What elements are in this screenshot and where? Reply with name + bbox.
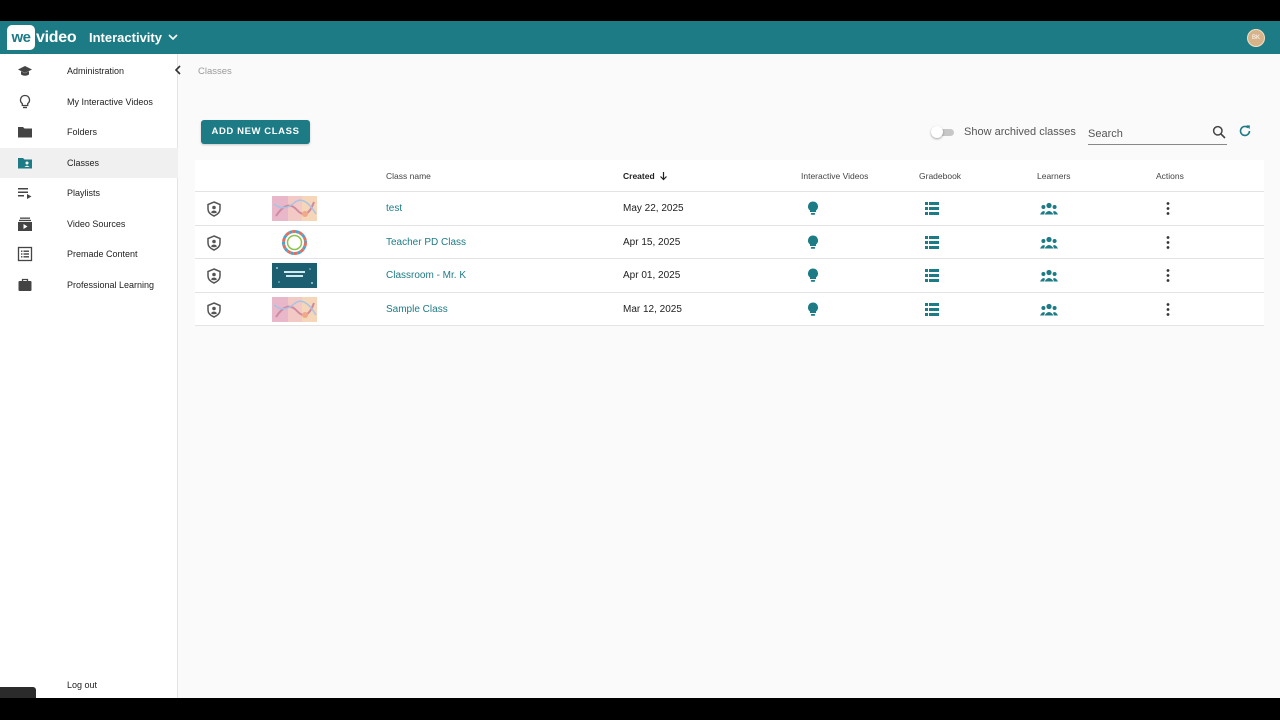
add-new-class-button[interactable]: ADD NEW CLASS bbox=[201, 120, 310, 144]
created-date: Mar 12, 2025 bbox=[623, 303, 682, 315]
sidebar-item-label: Video Sources bbox=[67, 219, 126, 229]
column-header-interactive-videos: Interactive Videos bbox=[801, 171, 869, 181]
created-date: May 22, 2025 bbox=[623, 203, 684, 214]
top-bar: we video Interactivity BK bbox=[0, 21, 1280, 54]
gradebook-list-icon[interactable] bbox=[925, 269, 939, 283]
expand-panel-button[interactable] bbox=[0, 687, 36, 698]
more-vertical-icon[interactable] bbox=[1163, 302, 1173, 317]
logout-link[interactable]: Log out bbox=[67, 680, 97, 690]
lightbulb-outline-icon bbox=[19, 94, 31, 109]
wevideo-logo[interactable]: we video bbox=[7, 25, 77, 50]
column-header-class-name[interactable]: Class name bbox=[386, 171, 431, 181]
briefcase-icon bbox=[18, 278, 32, 291]
class-thumbnail bbox=[272, 296, 317, 322]
sidebar-item-folders[interactable]: Folders bbox=[0, 117, 178, 147]
app-switcher[interactable]: Interactivity bbox=[89, 21, 178, 54]
chevron-down-icon bbox=[168, 34, 178, 41]
classes-table: Class name Created Interactive Videos Gr… bbox=[195, 160, 1264, 327]
app-window: we video Interactivity BK Administration… bbox=[0, 21, 1280, 698]
column-header-created[interactable]: Created bbox=[623, 171, 668, 181]
learners-group-icon[interactable] bbox=[1040, 303, 1058, 316]
sidebar-item-my-interactive-videos[interactable]: My Interactive Videos bbox=[0, 87, 178, 117]
sidebar-item-professional-learning[interactable]: Professional Learning bbox=[0, 270, 178, 300]
lightbulb-icon[interactable] bbox=[807, 302, 819, 317]
column-header-label: Created bbox=[623, 171, 655, 181]
gradebook-list-icon[interactable] bbox=[925, 302, 939, 316]
sidebar-item-premade-content[interactable]: Premade Content bbox=[0, 239, 178, 269]
show-archived-label[interactable]: Show archived classes bbox=[964, 126, 1076, 138]
search-icon[interactable] bbox=[1212, 125, 1226, 139]
lightbulb-icon[interactable] bbox=[807, 268, 819, 283]
refresh-icon[interactable] bbox=[1238, 124, 1252, 138]
toggle-knob bbox=[931, 126, 943, 138]
sidebar-item-label: Professional Learning bbox=[67, 280, 155, 290]
breadcrumb[interactable]: Classes bbox=[198, 66, 232, 77]
logo-wordmark: video bbox=[36, 28, 77, 46]
table-row[interactable]: Sample Class Mar 12, 2025 bbox=[195, 293, 1264, 327]
search-input[interactable] bbox=[1088, 125, 1203, 143]
created-date: Apr 15, 2025 bbox=[623, 236, 681, 248]
sidebar-item-label: Folders bbox=[67, 127, 98, 137]
sidebar-item-label: Premade Content bbox=[67, 249, 138, 259]
table-header: Class name Created Interactive Videos Gr… bbox=[195, 160, 1264, 192]
shield-icon bbox=[207, 301, 221, 318]
app-name: Interactivity bbox=[89, 30, 162, 45]
gradebook-list-icon[interactable] bbox=[925, 202, 939, 215]
class-name-link[interactable]: test bbox=[386, 203, 402, 214]
graduation-cap-icon bbox=[18, 66, 32, 76]
table-row[interactable]: Classroom - Mr. K Apr 01, 2025 bbox=[195, 259, 1264, 293]
learners-group-icon[interactable] bbox=[1040, 236, 1058, 249]
sidebar-item-classes[interactable]: Classes bbox=[0, 148, 178, 178]
column-header-actions: Actions bbox=[1156, 171, 1184, 181]
show-archived-toggle[interactable] bbox=[931, 126, 955, 138]
gradebook-list-icon[interactable] bbox=[925, 235, 939, 249]
shield-icon bbox=[207, 268, 221, 285]
sidebar-item-playlists[interactable]: Playlists bbox=[0, 178, 178, 208]
lightbulb-icon[interactable] bbox=[807, 201, 819, 216]
sidebar-item-label: Administration bbox=[67, 66, 125, 76]
table-row[interactable]: test May 22, 2025 bbox=[195, 192, 1264, 226]
class-thumbnail bbox=[272, 229, 317, 255]
logo-we-mark: we bbox=[7, 25, 35, 50]
class-thumbnail bbox=[272, 196, 317, 221]
more-vertical-icon[interactable] bbox=[1163, 268, 1173, 283]
column-header-gradebook: Gradebook bbox=[919, 171, 962, 181]
column-header-learners: Learners bbox=[1037, 171, 1071, 181]
sidebar-item-label: Classes bbox=[67, 158, 100, 168]
lightbulb-icon[interactable] bbox=[807, 235, 819, 250]
list-document-icon bbox=[17, 246, 33, 262]
created-date: Apr 01, 2025 bbox=[623, 270, 681, 282]
sidebar-item-label: My Interactive Videos bbox=[67, 97, 153, 107]
sidebar-item-label: Playlists bbox=[67, 188, 101, 198]
folder-icon bbox=[18, 127, 32, 138]
sidebar: Administration My Interactive Videos Fol… bbox=[0, 54, 181, 698]
learners-group-icon[interactable] bbox=[1040, 269, 1058, 282]
sort-arrow-down-icon bbox=[660, 172, 667, 181]
video-library-icon bbox=[18, 217, 32, 231]
search-box bbox=[1088, 121, 1227, 145]
more-vertical-icon[interactable] bbox=[1163, 201, 1173, 216]
learners-group-icon[interactable] bbox=[1040, 202, 1058, 215]
playlist-icon bbox=[18, 188, 32, 199]
main-content: Classes ADD NEW CLASS Show archived clas… bbox=[179, 54, 1280, 698]
class-thumbnail bbox=[272, 263, 317, 289]
class-name-link[interactable]: Classroom - Mr. K bbox=[386, 270, 466, 281]
class-badge-icon bbox=[18, 158, 32, 169]
sidebar-item-video-sources[interactable]: Video Sources bbox=[0, 209, 178, 239]
user-avatar[interactable]: BK bbox=[1247, 29, 1265, 47]
class-name-link[interactable]: Sample Class bbox=[386, 304, 448, 315]
sidebar-item-administration[interactable]: Administration bbox=[0, 56, 178, 86]
class-name-link[interactable]: Teacher PD Class bbox=[386, 237, 466, 248]
more-vertical-icon[interactable] bbox=[1163, 235, 1173, 250]
shield-icon bbox=[207, 234, 221, 251]
shield-icon bbox=[207, 201, 221, 217]
table-row[interactable]: Teacher PD Class Apr 15, 2025 bbox=[195, 226, 1264, 260]
